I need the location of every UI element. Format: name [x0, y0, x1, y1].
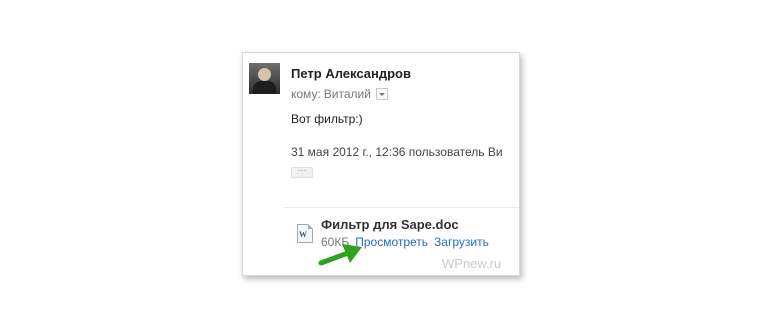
word-doc-icon: W	[297, 224, 313, 243]
doc-fold	[308, 224, 313, 229]
recipient-row: кому: Виталий	[291, 87, 388, 101]
attachment-filename: Фильтр для Sape.doc	[321, 217, 459, 232]
sender-avatar[interactable]	[249, 63, 280, 94]
quoted-header: 31 мая 2012 г., 12:36 пользователь Ви	[291, 145, 503, 159]
view-attachment-link[interactable]: Просмотреть	[355, 235, 428, 249]
show-trimmed-content-button[interactable]: ···	[291, 166, 313, 178]
recipient-name: Виталий	[323, 87, 371, 101]
arrow-shaft	[318, 250, 351, 266]
watermark: WPnew.ru	[442, 256, 502, 271]
avatar-face	[258, 68, 271, 81]
download-attachment-link[interactable]: Загрузить	[434, 235, 489, 249]
green-arrow-icon	[318, 244, 362, 266]
attachment-divider	[283, 207, 519, 208]
sender-name[interactable]: Петр Александров	[291, 66, 411, 81]
avatar-body	[253, 81, 276, 94]
to-label: кому:	[291, 87, 321, 101]
message-body: Вот фильтр:)	[291, 112, 363, 126]
email-message-card: Петр Александров кому: Виталий Вот фильт…	[242, 52, 520, 276]
details-dropdown-icon[interactable]	[375, 88, 388, 100]
